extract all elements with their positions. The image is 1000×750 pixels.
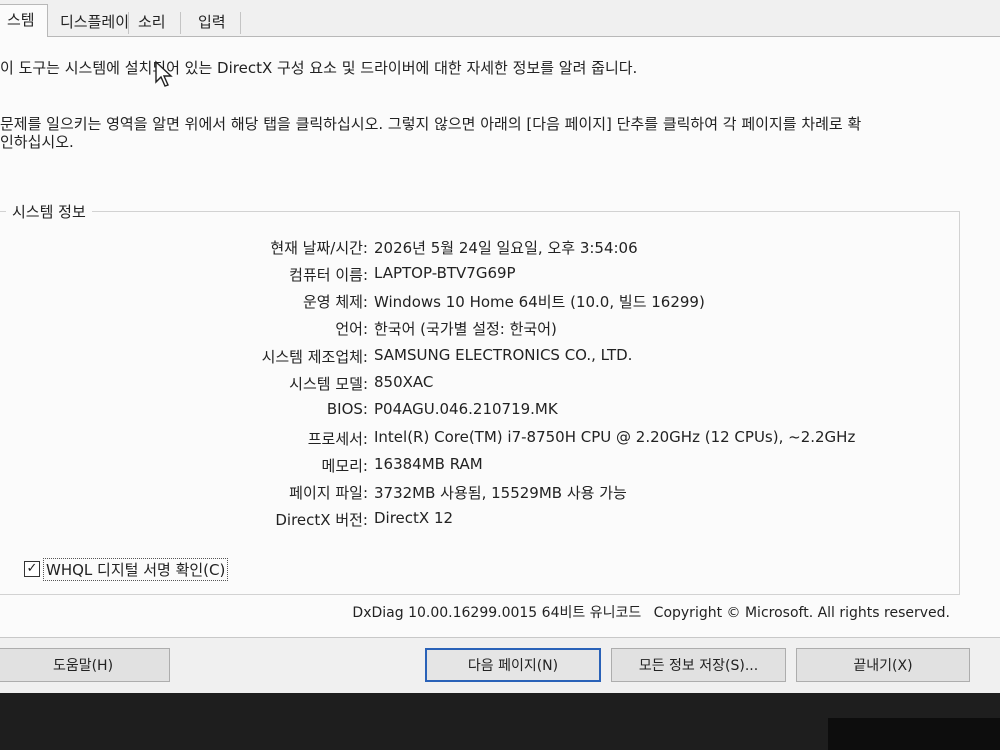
background-desk <box>828 718 1000 750</box>
info-row-os: 운영 체제: Windows 10 Home 64비트 (10.0, 빌드 16… <box>0 291 960 313</box>
save-all-info-button[interactable]: 모든 정보 저장(S)... <box>611 648 786 682</box>
tab-separator <box>180 12 181 34</box>
mouse-cursor-icon <box>155 60 173 87</box>
info-label: 시스템 모델: <box>289 375 368 393</box>
next-page-button[interactable]: 다음 페이지(N) <box>425 648 601 682</box>
info-label: 페이지 파일: <box>289 484 368 502</box>
info-row-language: 언어: 한국어 (국가별 설정: 한국어) <box>0 318 960 340</box>
info-value: Intel(R) Core(TM) i7-8750H CPU @ 2.20GHz… <box>374 428 856 446</box>
dxdiag-version: DxDiag 10.00.16299.0015 64비트 유니코드 <box>352 605 642 621</box>
tab-system[interactable]: 스템 <box>0 4 48 37</box>
info-value: 3732MB 사용됨, 15529MB 사용 가능 <box>374 484 627 502</box>
info-value: P04AGU.046.210719.MK <box>374 400 558 418</box>
tab-bar: 스템 디스플레이 소리 입력 <box>0 0 1000 37</box>
info-value: DirectX 12 <box>374 509 454 527</box>
tab-input[interactable]: 입력 <box>186 8 238 36</box>
info-label: 언어: <box>335 320 368 338</box>
info-label: 메모리: <box>321 457 368 475</box>
intro-text-line2: 문제를 일으키는 영역을 알면 위에서 해당 탭을 클릭하십시오. 그렇지 않으… <box>0 115 862 133</box>
whql-check-row[interactable]: ✓ WHQL 디지털 서명 확인(C) <box>24 557 229 581</box>
copyright-text: Copyright © Microsoft. All rights reserv… <box>653 605 950 621</box>
info-value: 16384MB RAM <box>374 455 483 473</box>
info-value: 2026년 5월 24일 일요일, 오후 3:54:06 <box>374 239 638 257</box>
info-row-computer-name: 컴퓨터 이름: LAPTOP-BTV7G69P <box>0 264 960 286</box>
info-row-bios: BIOS: P04AGU.046.210719.MK <box>0 400 960 422</box>
info-row-memory: 메모리: 16384MB RAM <box>0 455 960 477</box>
checkmark-icon: ✓ <box>26 561 38 576</box>
info-row-datetime: 현재 날짜/시간: 2026년 5월 24일 일요일, 오후 3:54:06 <box>0 237 960 259</box>
info-value: 한국어 (국가별 설정: 한국어) <box>374 320 557 338</box>
info-label: 컴퓨터 이름: <box>289 266 368 284</box>
info-label: 운영 체제: <box>302 293 368 311</box>
info-label: 현재 날짜/시간: <box>270 239 368 257</box>
exit-button[interactable]: 끝내기(X) <box>796 648 970 682</box>
info-row-page-file: 페이지 파일: 3732MB 사용됨, 15529MB 사용 가능 <box>0 482 960 504</box>
info-value: Windows 10 Home 64비트 (10.0, 빌드 16299) <box>374 293 705 311</box>
info-value: SAMSUNG ELECTRONICS CO., LTD. <box>374 346 633 364</box>
help-button[interactable]: 도움말(H) <box>0 648 170 682</box>
info-row-directx-version: DirectX 버전: DirectX 12 <box>0 509 960 531</box>
info-row-processor: 프로세서: Intel(R) Core(TM) i7-8750H CPU @ 2… <box>0 428 960 450</box>
info-label: 프로세서: <box>307 430 368 448</box>
info-value: 850XAC <box>374 373 434 391</box>
tab-sound[interactable]: 소리 <box>126 8 178 36</box>
info-row-manufacturer: 시스템 제조업체: SAMSUNG ELECTRONICS CO., LTD. <box>0 346 960 368</box>
version-info: DxDiag 10.00.16299.0015 64비트 유니코드 Copyri… <box>344 602 950 622</box>
whql-checkbox[interactable]: ✓ <box>24 561 40 577</box>
dxdiag-window: 스템 디스플레이 소리 입력 이 도구는 시스템에 설치되어 있는 Direct… <box>0 0 1000 693</box>
info-label: 시스템 제조업체: <box>261 348 368 366</box>
info-value: LAPTOP-BTV7G69P <box>374 264 516 282</box>
intro-text-line1: 이 도구는 시스템에 설치되어 있는 DirectX 구성 요소 및 드라이버에… <box>0 59 638 77</box>
system-info-title: 시스템 정보 <box>6 201 92 222</box>
intro-text-line3: 인하십시오. <box>0 133 74 151</box>
info-label: BIOS: <box>326 400 368 418</box>
info-label: DirectX 버전: <box>275 511 368 529</box>
tab-panel-system: 이 도구는 시스템에 설치되어 있는 DirectX 구성 요소 및 드라이버에… <box>0 36 1000 638</box>
whql-checkbox-label[interactable]: WHQL 디지털 서명 확인(C) <box>43 557 229 581</box>
info-row-model: 시스템 모델: 850XAC <box>0 373 960 395</box>
tab-separator <box>240 12 241 34</box>
system-info-group: 시스템 정보 현재 날짜/시간: 2026년 5월 24일 일요일, 오후 3:… <box>0 201 960 595</box>
